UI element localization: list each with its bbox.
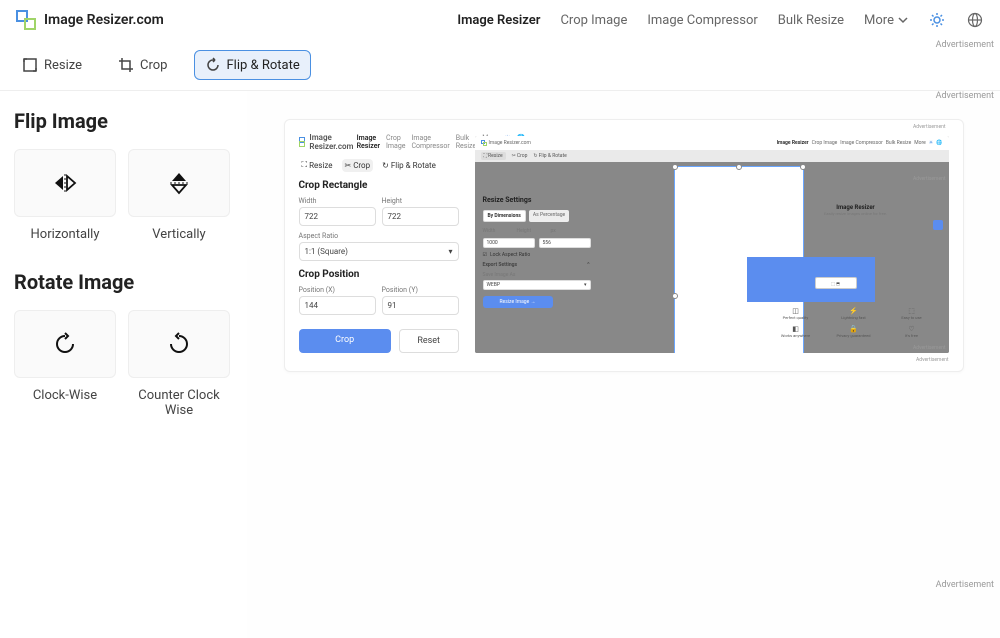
flip-section-title: Flip Image	[14, 109, 233, 133]
rotate-ccw-tile: Counter Clock Wise	[128, 310, 230, 418]
reset-button[interactable]: Reset	[399, 329, 459, 353]
resize-icon	[22, 57, 38, 73]
chevron-down-icon: ▾	[448, 247, 452, 256]
rotate-ccw-label: Counter Clock Wise	[128, 388, 230, 418]
embedded-image[interactable]: Image Resizer.com Image Resizer Crop Ima…	[475, 136, 949, 353]
image-preview: Image Resizer.com Image Resizer Crop Ima…	[284, 119, 964, 372]
flip-vertical-icon	[168, 170, 190, 196]
tool-resize[interactable]: Resize	[12, 51, 92, 79]
inner-resize-btn: Resize Image →	[483, 296, 553, 308]
rotate-ccw-icon	[167, 332, 191, 356]
nav-image-compressor[interactable]: Image Compressor	[647, 13, 757, 28]
canvas-area: Advertisement Image Resizer.com Image Re…	[247, 91, 1000, 638]
mini-tool-crop: ✂Crop	[342, 159, 374, 172]
main-area: Flip Image Horizontally Vertically Rotat…	[0, 91, 1000, 638]
inner-ad-top: Advertisement	[913, 176, 945, 182]
width-label: Width	[299, 197, 376, 205]
mini-nav-crop: Crop Image	[386, 134, 405, 150]
main-header: Image Resizer.com Image Resizer Crop Ima…	[0, 0, 1000, 40]
posy-label: Position (Y)	[382, 286, 459, 294]
flip-vertical-button[interactable]	[128, 149, 230, 217]
rotate-cw-tile: Clock-Wise	[14, 310, 116, 418]
rotate-ccw-button[interactable]	[128, 310, 230, 378]
globe-icon[interactable]	[966, 11, 984, 29]
rotate-section-title: Rotate Image	[14, 270, 233, 294]
embed-logo: Image Resizer.com	[489, 140, 531, 146]
rotate-cw-button[interactable]	[14, 310, 116, 378]
tool-flip-rotate[interactable]: Flip & Rotate	[194, 50, 311, 80]
logo-icon	[16, 10, 36, 30]
flip-horizontal-label: Horizontally	[14, 227, 116, 242]
crop-button[interactable]: Crop	[299, 329, 391, 353]
rotate-icon	[205, 57, 221, 73]
preview-ad-top: Advertisement	[913, 124, 945, 130]
flip-vertical-tile: Vertically	[128, 149, 230, 242]
aspect-label: Aspect Ratio	[299, 232, 459, 240]
preview-crop-panel: Image Resizer.com Image Resizer Crop Ima…	[299, 132, 459, 353]
tool-resize-label: Resize	[44, 58, 82, 73]
logo-text: Image Resizer.com	[44, 12, 164, 28]
posx-input[interactable]: 144	[299, 296, 376, 315]
ad-label-top: Advertisement	[936, 40, 994, 50]
mini-nav-resizer: Image Resizer	[357, 134, 380, 150]
flip-vertical-label: Vertically	[128, 227, 230, 242]
nav-more[interactable]: More	[864, 13, 908, 28]
inner-ad-bot: Advertisement	[913, 345, 945, 351]
height-input[interactable]: 722	[382, 207, 459, 226]
height-label: Height	[382, 197, 459, 205]
mini-tool-resize: ⛶Resize	[299, 158, 336, 172]
crop-icon	[118, 57, 134, 73]
mini-tool-flip: ↻Flip & Rotate	[379, 159, 439, 172]
width-input[interactable]: 722	[299, 207, 376, 226]
nav-more-label: More	[864, 13, 894, 28]
theme-toggle-icon[interactable]	[928, 11, 946, 29]
mini-nav-bulk: Bulk Resize	[456, 134, 476, 150]
mini-logo-text: Image Resizer.com	[309, 133, 356, 151]
rotate-cw-label: Clock-Wise	[14, 388, 116, 403]
ad-label-bottom: Advertisement	[936, 580, 994, 590]
nav-image-resizer[interactable]: Image Resizer	[457, 13, 540, 28]
flip-horizontal-icon	[52, 172, 78, 194]
rotate-cw-icon	[53, 332, 77, 356]
tool-flip-rotate-label: Flip & Rotate	[227, 58, 300, 73]
nav-bulk-resize[interactable]: Bulk Resize	[778, 13, 844, 28]
flip-horizontal-tile: Horizontally	[14, 149, 116, 242]
resize-settings-title: Resize Settings	[483, 196, 591, 204]
flip-horizontal-button[interactable]	[14, 149, 116, 217]
preview-image-area: Advertisement Image Resizer.com Image Re…	[475, 132, 949, 353]
posx-label: Position (X)	[299, 286, 376, 294]
preview-ad-bot: Advertisement	[916, 357, 948, 363]
sidebar: Flip Image Horizontally Vertically Rotat…	[0, 91, 247, 638]
logo[interactable]: Image Resizer.com	[16, 10, 164, 30]
main-nav: Image Resizer Crop Image Image Compresso…	[457, 11, 984, 29]
crop-rect-title: Crop Rectangle	[299, 180, 459, 191]
posy-input[interactable]: 91	[382, 296, 459, 315]
ad-label-canvas-top: Advertisement	[936, 91, 994, 101]
tool-toolbar: Resize Crop Flip & Rotate Advertisement	[0, 40, 1000, 91]
nav-crop-image[interactable]: Crop Image	[560, 13, 627, 28]
inner-badge	[933, 220, 943, 230]
tool-crop[interactable]: Crop	[108, 51, 177, 79]
aspect-select[interactable]: 1:1 (Square)▾	[299, 242, 459, 261]
mini-nav-compress: Image Compressor	[411, 134, 449, 150]
mini-logo-icon	[299, 137, 306, 147]
crop-pos-title: Crop Position	[299, 269, 459, 280]
chevron-down-icon	[898, 15, 908, 25]
tool-crop-label: Crop	[140, 58, 167, 73]
